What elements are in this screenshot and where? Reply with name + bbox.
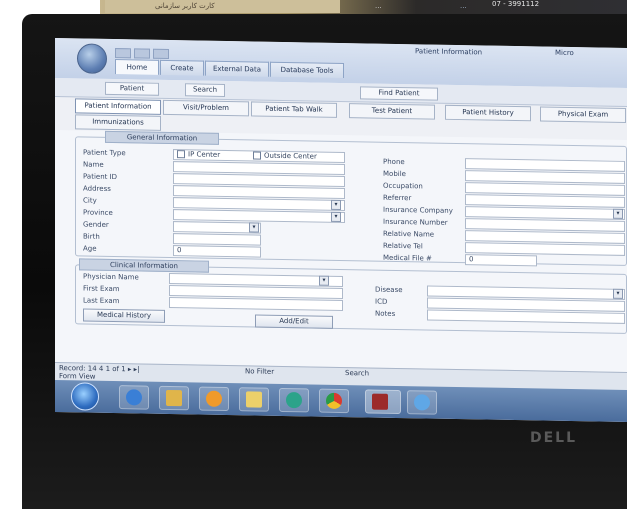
medical-file-value: 0 [469,255,474,264]
start-button[interactable] [71,382,99,411]
tab-database-tools[interactable]: Database Tools [270,61,344,79]
medical-file-field[interactable] [465,254,537,267]
tab-home[interactable]: Home [115,59,159,75]
option-ip-center[interactable]: IP Center [177,150,220,160]
laptop-screen: Patient Information Micro Home Create Ex… [55,38,627,422]
option-outside-center[interactable]: Outside Center [253,151,317,161]
icd-label: ICD [375,297,388,306]
find-patient-tab[interactable]: Find Patient [360,86,438,101]
option-ip-center-label: IP Center [188,150,221,159]
clinical-header: Clinical Information [79,258,209,273]
age-field[interactable] [173,245,261,258]
relative-tel-label: Relative Tel [383,241,423,251]
province-label: Province [83,208,113,218]
medical-file-label: Medical File # [383,253,432,263]
first-exam-label: First Exam [83,284,120,294]
explorer-icon[interactable] [159,385,189,411]
occupation-label: Occupation [383,181,423,191]
clock-sub: ... [375,2,382,10]
tab-create[interactable]: Create [160,59,204,76]
physician-name-label: Physician Name [83,272,139,282]
network-icon[interactable] [279,387,309,413]
form-area: General Information Patient Type IP Cent… [55,130,627,390]
insurance-number-label: Insurance Number [383,217,448,227]
tab-external-data[interactable]: External Data [205,60,269,77]
patient-pill[interactable]: Patient [105,81,159,96]
radio-icon [177,150,185,159]
quick-access-toolbar [115,43,195,59]
notes-label: Notes [375,309,396,318]
window-controls[interactable]: Micro [555,49,574,57]
ie-icon[interactable] [119,385,149,410]
relative-name-label: Relative Name [383,229,435,239]
disease-label: Disease [375,285,403,295]
window-title: Patient Information [415,47,483,57]
city-label: City [83,196,97,205]
tab-patient-information[interactable]: Patient Information [75,98,161,115]
option-outside-center-label: Outside Center [264,151,317,161]
dell-logo: DELL [530,430,578,446]
last-exam-label: Last Exam [83,296,120,306]
tab-patient-tab-walk[interactable]: Patient Tab Walk [251,101,337,118]
folder-icon[interactable] [239,387,269,412]
general-header: General Information [105,130,219,145]
physician-dropdown-icon[interactable]: ▾ [319,275,329,286]
add-edit-button[interactable]: Add/Edit [255,314,333,329]
birth-label: Birth [83,232,100,241]
chrome-icon[interactable] [319,388,349,414]
sticker-text: کارت کاربر سازمانی [155,2,215,10]
name-label: Name [83,160,104,169]
tab-immunizations[interactable]: Immunizations [75,114,161,131]
tab-test-patient[interactable]: Test Patient [349,103,435,120]
gender-field[interactable] [173,221,261,234]
insurance-dropdown-icon[interactable]: ▾ [613,208,623,219]
insurance-company-label: Insurance Company [383,205,453,215]
office-button[interactable] [77,43,107,74]
search-box[interactable]: Search [345,369,369,378]
filter-indicator: No Filter [245,367,275,376]
province-dropdown-icon[interactable]: ▾ [331,211,341,222]
disease-dropdown-icon[interactable]: ▾ [613,288,623,299]
city-dropdown-icon[interactable]: ▾ [331,199,341,210]
clock-date: 07 - 3991112 [492,0,540,8]
tab-visit-problem[interactable]: Visit/Problem [163,99,249,117]
radio-icon [253,151,261,160]
mobile-label: Mobile [383,169,406,179]
extra-text: ... [460,2,467,10]
redo-icon[interactable] [153,48,169,59]
tab-patient-history[interactable]: Patient History [445,104,531,122]
age-label: Age [83,244,97,253]
tab-physical-exam[interactable]: Physical Exam [540,106,626,123]
media-icon[interactable] [407,390,437,415]
gender-label: Gender [83,220,109,229]
birth-field[interactable] [173,233,261,246]
patient-id-label: Patient ID [83,172,118,182]
search-pill[interactable]: Search [185,83,225,97]
age-value: 0 [177,246,182,255]
address-label: Address [83,184,111,193]
undo-icon[interactable] [134,48,150,59]
phone-label: Phone [383,157,405,167]
save-icon[interactable] [115,48,131,59]
gender-dropdown-icon[interactable]: ▾ [249,222,259,233]
media-player-icon[interactable] [199,386,229,412]
photo-background: کارت کاربر سازمانی ... ... 07 - 3991112 … [0,0,627,509]
access-icon[interactable] [365,389,401,415]
referrer-label: Referrer [383,193,412,203]
patient-type-label: Patient Type [83,148,126,158]
medical-history-button[interactable]: Medical History [83,308,165,323]
paper-sticker: کارت کاربر سازمانی [105,0,340,13]
